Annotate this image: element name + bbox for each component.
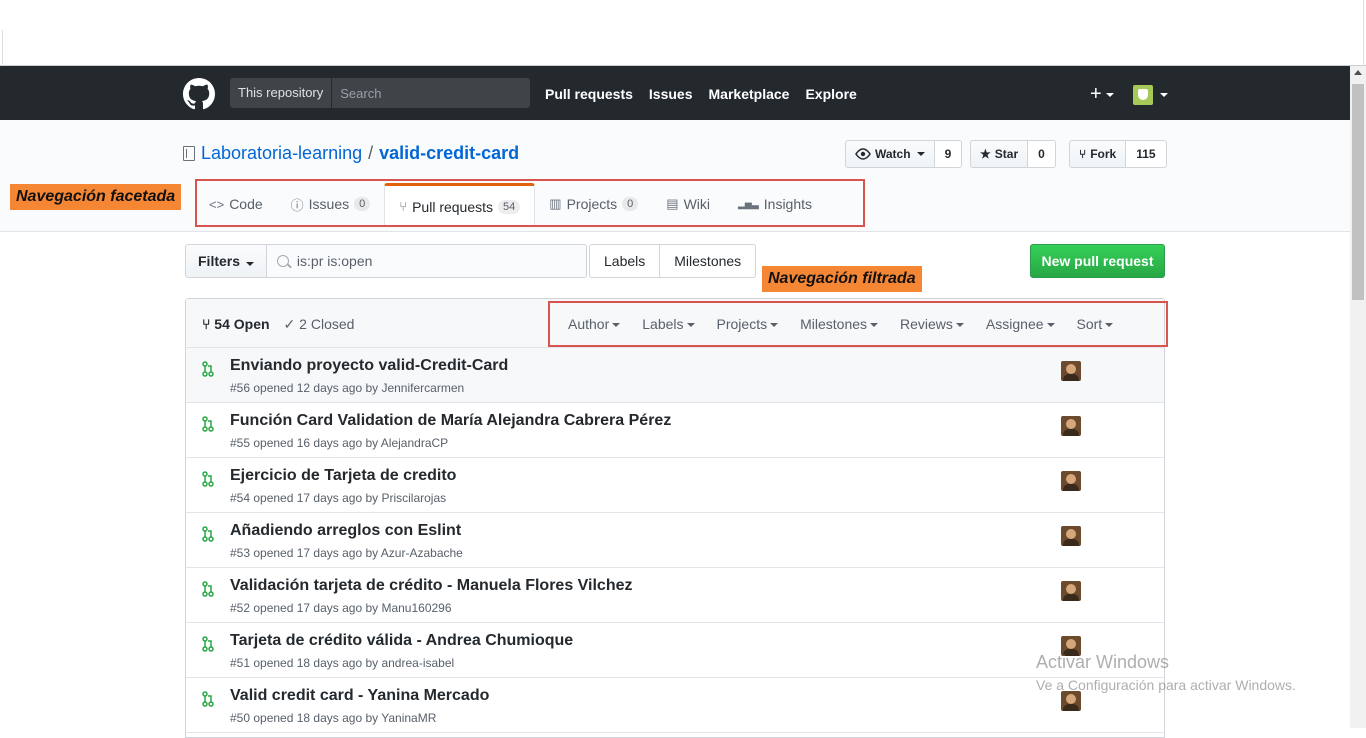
watch-group: Watch 9 — [845, 140, 963, 168]
filters-label: Filters — [198, 253, 241, 269]
labels-button[interactable]: Labels — [589, 244, 661, 278]
star-label: Star — [994, 147, 1019, 161]
table-row[interactable]: Valid credit card - Yanina Mercado #50 op… — [186, 678, 1164, 733]
scrollbar-thumb[interactable] — [1352, 84, 1364, 300]
watch-button[interactable]: Watch — [845, 140, 935, 168]
labels-milestones-group: Labels Milestones — [589, 244, 757, 278]
fork-icon: ⑂ — [1079, 147, 1087, 161]
git-pull-request-icon — [202, 416, 214, 432]
table-row[interactable]: Enviando proyecto valid-Credit-Card #56 o… — [186, 348, 1164, 403]
annotation-label-filtrada: Navegación filtrada — [762, 266, 922, 292]
pull-request-title[interactable]: Enviando proyecto valid-Credit-Card — [230, 357, 508, 375]
fork-group: ⑂ Fork 115 — [1069, 140, 1167, 168]
git-pull-request-icon — [202, 361, 214, 377]
user-avatar[interactable] — [1133, 85, 1153, 105]
star-button[interactable]: ★ Star — [970, 140, 1029, 168]
annotation-box-filters — [548, 301, 1168, 347]
star-count[interactable]: 0 — [1028, 140, 1056, 168]
search-input[interactable] — [332, 78, 530, 108]
filter-bar: Filters — [185, 244, 587, 278]
pull-request-meta: #52 opened 17 days ago by Manu160296 — [230, 601, 452, 615]
git-pull-request-icon: ⑂ — [202, 316, 211, 332]
table-row[interactable]: Función Card Validation de María Alejand… — [186, 403, 1164, 458]
open-count: 54 Open — [214, 316, 270, 332]
fork-button[interactable]: ⑂ Fork — [1069, 140, 1127, 168]
table-row[interactable]: Ejercicio de Tarjeta de credito #54 opene… — [186, 458, 1164, 513]
pull-request-meta: #51 opened 18 days ago by andrea-isabel — [230, 656, 455, 670]
milestones-button[interactable]: Milestones — [660, 244, 757, 278]
star-group: ★ Star 0 — [970, 140, 1056, 168]
annotation-box-tabs — [195, 179, 865, 227]
open-filter[interactable]: ⑂ 54 Open — [202, 316, 270, 333]
windows-activation-title: Activar Windows — [1036, 652, 1170, 672]
table-row[interactable]: Validación tarjeta de crédito - Manuela … — [186, 568, 1164, 623]
new-pull-request-button[interactable]: New pull request — [1030, 244, 1165, 278]
star-icon: ★ — [980, 147, 991, 161]
chevron-down-icon — [1105, 92, 1114, 97]
pull-request-list: ⑂ 54 Open ✓ 2 Closed Author Labels Proje… — [185, 298, 1165, 738]
check-icon: ✓ — [283, 316, 296, 332]
watch-count[interactable]: 9 — [934, 140, 963, 168]
pull-request-title[interactable]: Valid credit card - Yanina Mercado — [230, 687, 489, 705]
header-search: This repository — [230, 78, 530, 108]
pull-request-meta: #56 opened 12 days ago by Jennifercarmen — [230, 381, 465, 395]
pull-request-title[interactable]: Añadiendo arreglos con Eslint — [230, 522, 461, 540]
github-logo-icon[interactable] — [183, 78, 215, 110]
assignee-avatar[interactable] — [1061, 581, 1081, 601]
fork-count[interactable]: 115 — [1126, 140, 1167, 168]
pull-request-title[interactable]: Función Card Validation de María Alejand… — [230, 412, 671, 430]
assignee-avatar[interactable] — [1061, 416, 1081, 436]
closed-count: 2 Closed — [299, 316, 355, 332]
browser-blank-area — [0, 0, 1366, 66]
scroll-up-arrow-icon[interactable] — [1354, 70, 1362, 75]
pull-request-rows: Enviando proyecto valid-Credit-Card #56 o… — [186, 348, 1164, 733]
table-row[interactable]: Añadiendo arreglos con Eslint #53 opened … — [186, 513, 1164, 568]
search-scope-label: This repository — [230, 78, 333, 108]
git-pull-request-icon — [202, 526, 214, 542]
watch-label: Watch — [875, 147, 911, 161]
fork-label: Fork — [1090, 147, 1117, 161]
repo-icon — [183, 146, 195, 161]
pull-request-meta: #55 opened 16 days ago by AlejandraCP — [230, 436, 449, 450]
chevron-down-icon — [245, 262, 254, 266]
windows-activation-subtitle: Ve a Configuración para activar Windows. — [1036, 677, 1296, 693]
table-row[interactable]: Tarjeta de crédito válida - Andrea Chumi… — [186, 623, 1164, 678]
assignee-avatar[interactable] — [1061, 526, 1081, 546]
state-toggle: ⑂ 54 Open ✓ 2 Closed — [202, 316, 354, 333]
pull-request-meta: #54 opened 17 days ago by Priscilarojas — [230, 491, 447, 505]
chevron-down-icon — [916, 152, 925, 156]
search-icon — [276, 255, 289, 267]
nav-explore[interactable]: Explore — [805, 86, 856, 102]
nav-issues[interactable]: Issues — [649, 86, 693, 102]
create-new-button[interactable]: + — [1090, 84, 1114, 104]
filters-button[interactable]: Filters — [185, 244, 267, 278]
pull-request-title[interactable]: Validación tarjeta de crédito - Manuela … — [230, 577, 633, 595]
eye-icon — [855, 148, 871, 160]
git-pull-request-icon — [202, 691, 214, 707]
assignee-avatar[interactable] — [1061, 361, 1081, 381]
closed-filter[interactable]: ✓ 2 Closed — [284, 316, 355, 333]
repo-separator: / — [368, 143, 374, 163]
assignee-avatar[interactable] — [1061, 691, 1081, 711]
nav-marketplace[interactable]: Marketplace — [709, 86, 790, 102]
chevron-down-icon[interactable] — [1160, 93, 1168, 97]
repo-owner-link[interactable]: Laboratoria-learning — [201, 143, 362, 164]
pull-request-title[interactable]: Tarjeta de crédito válida - Andrea Chumi… — [230, 632, 573, 650]
git-pull-request-icon — [202, 581, 214, 597]
assignee-avatar[interactable] — [1061, 471, 1081, 491]
repo-title: Laboratoria-learning / valid-credit-card — [183, 143, 519, 164]
git-pull-request-icon — [202, 636, 214, 652]
plus-icon: + — [1090, 83, 1102, 105]
pull-request-title[interactable]: Ejercicio de Tarjeta de credito — [230, 467, 456, 485]
git-pull-request-icon — [202, 471, 214, 487]
pull-request-meta: #50 opened 18 days ago by YaninaMR — [230, 711, 437, 725]
header-nav: Pull requests Issues Marketplace Explore — [545, 86, 857, 102]
annotation-label-facetada: Navegación facetada — [10, 184, 182, 210]
pull-request-meta: #53 opened 17 days ago by Azur-Azabache — [230, 546, 463, 560]
nav-pull-requests[interactable]: Pull requests — [545, 86, 633, 102]
repo-name-link[interactable]: valid-credit-card — [379, 143, 519, 164]
filter-search-input[interactable] — [296, 253, 567, 269]
filter-search-field — [266, 244, 587, 278]
